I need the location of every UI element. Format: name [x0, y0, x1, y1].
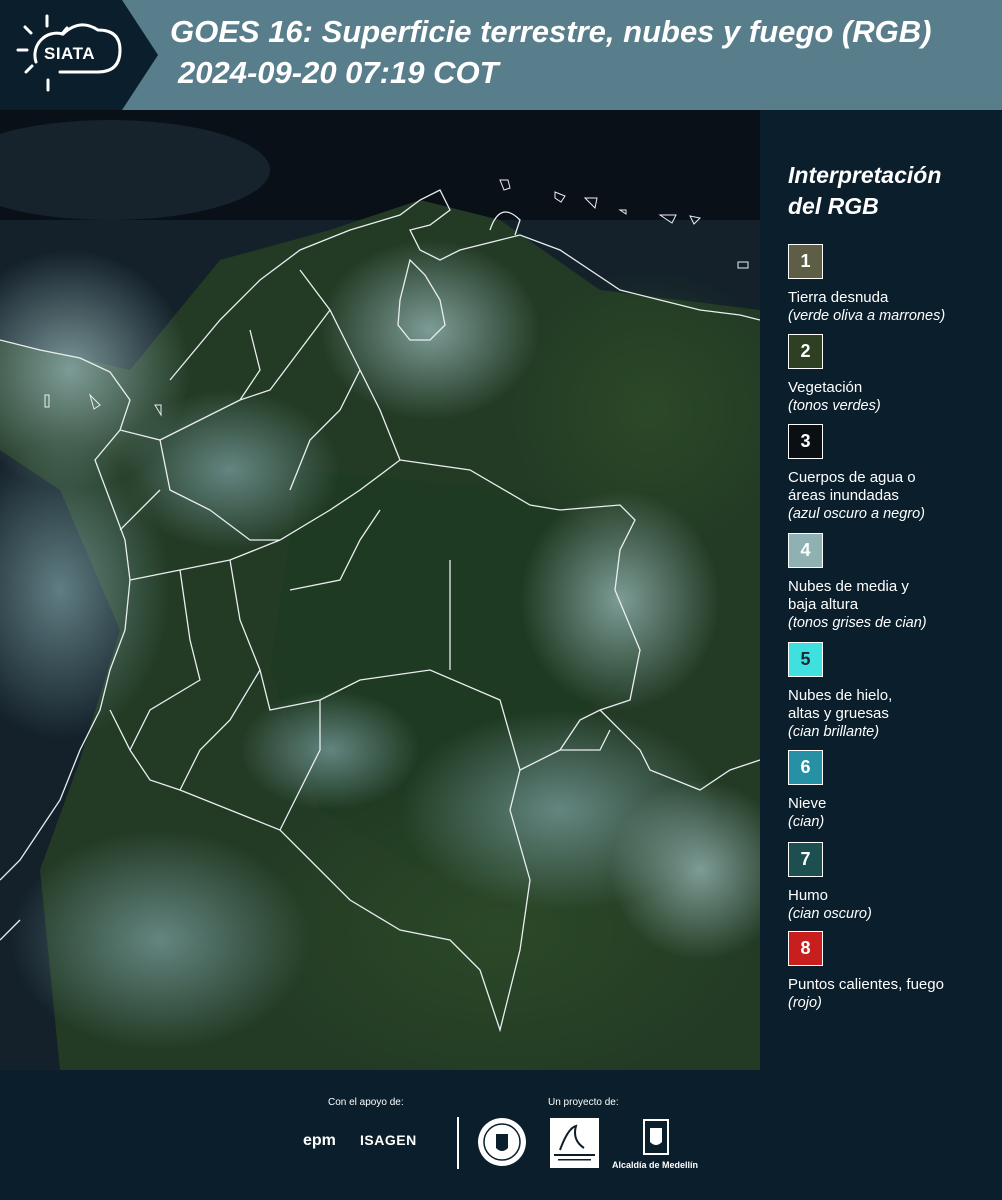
legend-item-name: Humo: [788, 887, 829, 904]
map-image: [0, 110, 760, 1070]
legend-item-vegetation: 2 Vegetación (tonos verdes): [788, 334, 993, 416]
isagen-logo: ISAGEN: [360, 1132, 417, 1148]
area-metropolitana-logo: [550, 1118, 599, 1168]
legend-item-desc: (cian brillante): [788, 724, 880, 740]
logo-text: SIATA: [44, 44, 95, 63]
legend-swatch: 3: [788, 424, 823, 459]
legend-number: 1: [800, 251, 811, 271]
legend-number: 4: [800, 540, 811, 560]
alcaldia-shield-icon: [643, 1119, 669, 1155]
legend-title-line2: del RGB: [788, 193, 879, 219]
footer-divider: [457, 1117, 459, 1169]
legend-swatch: 7: [788, 842, 823, 877]
legend-swatch: 5: [788, 642, 823, 677]
legend-number: 8: [800, 938, 811, 958]
legend-swatch: 4: [788, 533, 823, 568]
university-seal-icon: [478, 1118, 526, 1166]
epm-logo: epm: [303, 1132, 336, 1149]
legend-item-fire: 8 Puntos calientes, fuego (rojo): [788, 931, 993, 1013]
page-title: GOES 16: Superficie terrestre, nubes y f…: [170, 14, 932, 49]
legend-item-water: 3 Cuerpos de agua o áreas inundadas (azu…: [788, 424, 993, 524]
satellite-map[interactable]: [0, 110, 760, 1070]
legend-swatch: 8: [788, 931, 823, 966]
legend-item-desc: (cian oscuro): [788, 906, 872, 922]
area-logo-icon: [554, 1124, 595, 1161]
legend-item-name: Nieve: [788, 795, 827, 812]
legend-item-name: Cuerpos de agua o áreas inundadas: [788, 469, 916, 504]
legend-item-desc: (rojo): [788, 995, 822, 1011]
legend-item-ice-clouds: 5 Nubes de hielo, altas y gruesas (cian …: [788, 642, 993, 742]
legend-item-name: Vegetación: [788, 379, 863, 396]
legend-title-line1: Interpretación: [788, 162, 942, 188]
legend-item-snow: 6 Nieve (cian): [788, 750, 993, 832]
page-timestamp: 2024-09-20 07:19 COT: [178, 55, 499, 90]
legend-item-desc: (azul oscuro a negro): [788, 506, 926, 522]
project-label: Un proyecto de:: [548, 1097, 619, 1108]
alcaldia-label: Alcaldía de Medellín: [612, 1160, 699, 1170]
legend-item-desc: (cian): [788, 814, 825, 830]
rgb-legend: Interpretación del RGB: [788, 160, 993, 222]
legend-swatch: 1: [788, 244, 823, 279]
legend-number: 5: [800, 649, 811, 669]
legend-item-smoke: 7 Humo (cian oscuro): [788, 842, 993, 924]
header-bar: SIATA GOES 16: Superficie terrestre, nub…: [0, 0, 1002, 110]
legend-item-desc: (tonos grises de cian): [788, 615, 927, 631]
legend-item-name: Puntos calientes, fuego: [788, 976, 944, 993]
footer: Con el apoyo de: Un proyecto de: epm ISA…: [0, 1070, 1002, 1200]
legend-item-desc: (verde oliva a marrones): [788, 308, 946, 324]
page: SIATA GOES 16: Superficie terrestre, nub…: [0, 0, 1002, 1200]
legend-item-name: Nubes de hielo, altas y gruesas: [788, 687, 893, 722]
siata-logo: SIATA: [0, 0, 158, 110]
legend-item-low-clouds: 4 Nubes de media y baja altura (tonos gr…: [788, 533, 993, 633]
legend-item-desc: (tonos verdes): [788, 398, 881, 414]
legend-number: 7: [800, 849, 811, 869]
legend-number: 2: [800, 341, 811, 361]
legend-number: 3: [800, 431, 811, 451]
legend-item-name: Tierra desnuda: [788, 289, 889, 306]
support-label: Con el apoyo de:: [328, 1097, 404, 1108]
legend-item-bare-soil: 1 Tierra desnuda (verde oliva a marrones…: [788, 244, 993, 326]
legend-swatch: 2: [788, 334, 823, 369]
legend-item-name: Nubes de media y baja altura: [788, 578, 909, 613]
legend-swatch: 6: [788, 750, 823, 785]
legend-number: 6: [800, 757, 811, 777]
